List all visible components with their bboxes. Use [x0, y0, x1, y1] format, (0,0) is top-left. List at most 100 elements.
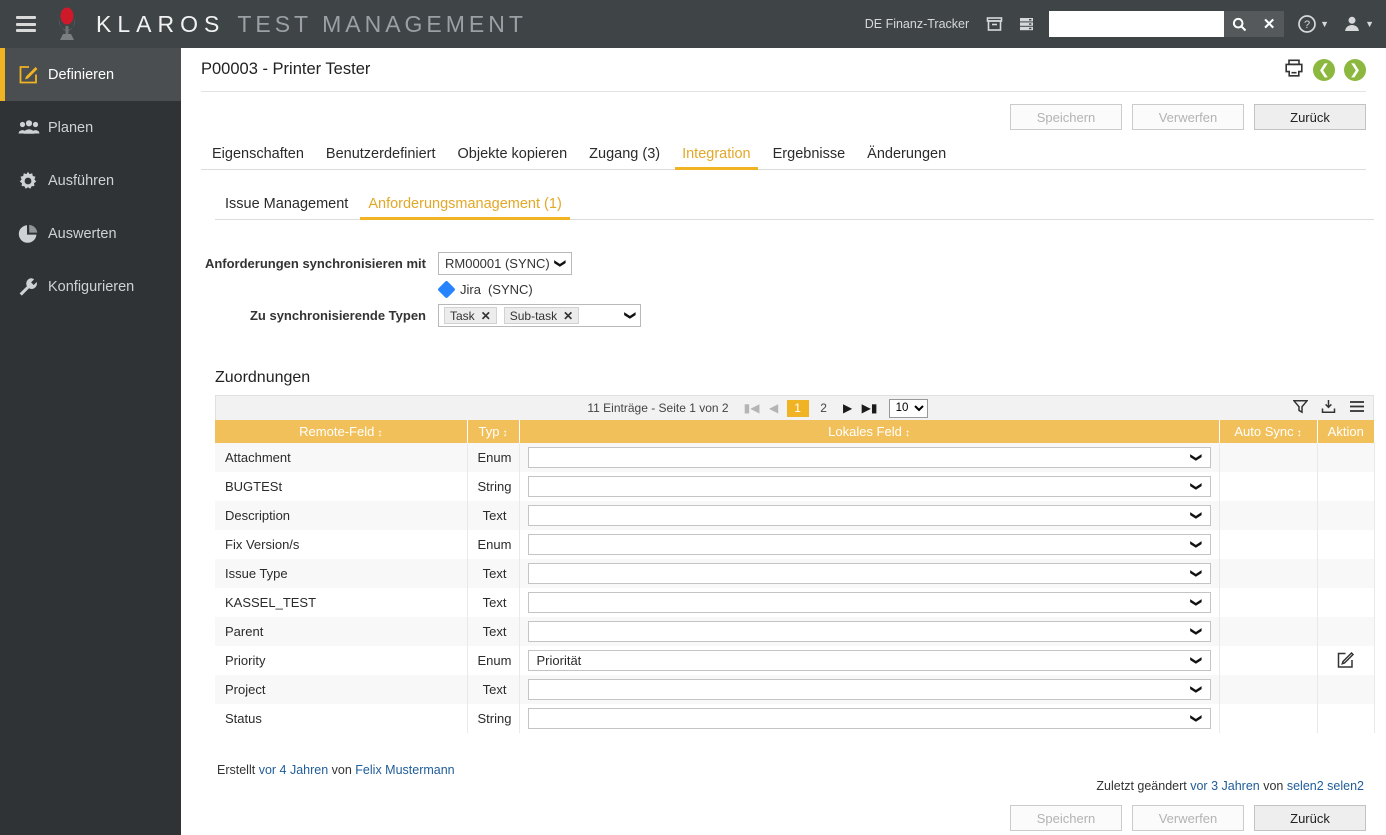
changed-when[interactable]: vor 3 Jahren	[1190, 779, 1259, 793]
tab-ergebnisse[interactable]: Ergebnisse	[762, 146, 857, 169]
cell-remote-field: KASSEL_TEST	[215, 588, 468, 617]
discard-button-top[interactable]: Verwerfen	[1132, 104, 1244, 130]
subtab-anforderungsmanagement[interactable]: Anforderungsmanagement (1)	[358, 196, 571, 220]
connector-status: (SYNC)	[487, 282, 533, 297]
discard-button-bottom[interactable]: Verwerfen	[1132, 805, 1244, 831]
user-menu[interactable]: ▼	[1343, 15, 1374, 33]
previous-arrow-icon[interactable]: ❮	[1313, 58, 1335, 81]
tab-objekte-kopieren[interactable]: Objekte kopieren	[447, 146, 579, 169]
local-field-select[interactable]: ❯	[527, 621, 1211, 642]
previous-page-icon[interactable]: ◀	[763, 399, 785, 417]
tab-zugang[interactable]: Zugang (3)	[578, 146, 671, 169]
chevron-down-icon: ❯	[1190, 568, 1203, 579]
sync-types-multiselect[interactable]: Task ✕ Sub-task ✕ ❯	[438, 304, 641, 327]
subtab-issue-management[interactable]: Issue Management	[215, 196, 358, 219]
search-icon[interactable]	[1224, 11, 1255, 37]
sync-with-select[interactable]: RM00001 (SYNC) ❯	[438, 252, 572, 275]
last-page-icon[interactable]: ▶▮	[859, 399, 881, 417]
chevron-down-icon[interactable]: ❯	[624, 311, 637, 320]
page-header: P00003 - Printer Tester ❮ ❯	[201, 48, 1366, 92]
table-row: Project Text ❯	[215, 675, 1375, 704]
save-button-top[interactable]: Speichern	[1010, 104, 1122, 130]
hamburger-icon[interactable]	[16, 16, 36, 32]
chevron-down-icon: ❯	[1190, 481, 1203, 492]
search-input[interactable]	[1049, 11, 1225, 37]
sidebar-item-definieren[interactable]: Definieren	[0, 48, 181, 101]
sidebar-item-konfigurieren[interactable]: Konfigurieren	[0, 260, 181, 313]
local-field-select[interactable]: ❯	[527, 563, 1211, 584]
page-size-select[interactable]: 10	[888, 398, 928, 418]
created-by-user[interactable]: Felix Mustermann	[355, 763, 454, 777]
sort-icon: ↕	[502, 428, 508, 439]
chip-label: Task	[450, 308, 475, 323]
cell-local-field: ❯	[519, 617, 1220, 646]
cell-local-field: ❯	[519, 472, 1220, 501]
column-header-lokales-feld[interactable]: Lokales Feld ↕	[519, 420, 1220, 443]
tab-benutzerdefiniert[interactable]: Benutzerdefiniert	[315, 146, 447, 169]
integration-form: Anforderungen synchronisieren mit RM0000…	[201, 252, 1366, 327]
local-field-select[interactable]: ❯	[527, 505, 1211, 526]
table-title: Zuordnungen	[215, 369, 311, 386]
help-menu[interactable]: ? ▼	[1298, 15, 1329, 33]
sidebar-item-label: Planen	[48, 119, 94, 136]
changed-info: Zuletzt geändert vor 3 Jahren von selen2…	[201, 779, 1366, 793]
sidebar-item-auswerten[interactable]: Auswerten	[0, 207, 181, 260]
pagination-info: 11 Einträge - Seite 1 von 2	[587, 401, 729, 415]
created-info: Erstellt vor 4 Jahren von Felix Musterma…	[217, 763, 1366, 777]
menu-icon[interactable]	[1349, 400, 1365, 416]
clear-icon[interactable]: ✕	[1254, 11, 1285, 37]
cell-auto-sync	[1219, 646, 1318, 675]
header-controls: DE Finanz-Tracker ✕ ? ▼ ▼	[865, 11, 1386, 37]
local-field-select[interactable]: Priorität ❯	[527, 650, 1211, 671]
print-icon[interactable]	[1284, 58, 1304, 81]
filter-icon[interactable]	[1292, 399, 1309, 417]
chip-subtask[interactable]: Sub-task ✕	[503, 307, 580, 324]
local-field-select[interactable]: ❯	[527, 476, 1211, 497]
back-button-top[interactable]: Zurück	[1254, 104, 1366, 130]
back-button-bottom[interactable]: Zurück	[1254, 805, 1366, 831]
sidebar-item-label: Ausführen	[48, 172, 115, 189]
edit-icon[interactable]	[1336, 650, 1355, 669]
cell-type: Text	[467, 559, 520, 588]
chevron-down-icon: ❯	[1190, 597, 1203, 608]
tab-integration[interactable]: Integration	[671, 146, 762, 170]
connector-info: Jira (SYNC)	[437, 279, 533, 300]
top-action-buttons: Speichern Verwerfen Zurück	[201, 92, 1366, 130]
local-field-select[interactable]: ❯	[527, 534, 1211, 555]
local-field-select[interactable]: ❯	[527, 447, 1211, 468]
changed-by-user[interactable]: selen2 selen2	[1287, 779, 1364, 793]
tab-aenderungen[interactable]: Änderungen	[856, 146, 957, 169]
close-icon[interactable]: ✕	[563, 309, 573, 323]
cell-remote-field: Fix Version/s	[215, 530, 468, 559]
cell-auto-sync	[1219, 704, 1318, 733]
close-icon[interactable]: ✕	[481, 309, 491, 323]
save-button-bottom[interactable]: Speichern	[1010, 805, 1122, 831]
sidebar-item-planen[interactable]: Planen	[0, 101, 181, 154]
sidebar-item-ausfuehren[interactable]: Ausführen	[0, 154, 181, 207]
page-number-2[interactable]: 2	[813, 400, 835, 417]
svg-text:?: ?	[1304, 19, 1310, 31]
cell-auto-sync	[1219, 617, 1318, 646]
database-icon[interactable]	[1013, 11, 1039, 37]
local-field-select[interactable]: ❯	[527, 708, 1211, 729]
chip-task[interactable]: Task ✕	[444, 307, 497, 324]
cell-action	[1317, 472, 1375, 501]
cell-local-field: ❯	[519, 675, 1220, 704]
next-arrow-icon[interactable]: ❯	[1344, 58, 1366, 81]
first-page-icon[interactable]: ▮◀	[741, 399, 763, 417]
chevron-down-icon: ❯	[1190, 713, 1203, 724]
local-field-select[interactable]: ❯	[527, 679, 1211, 700]
local-field-select[interactable]: ❯	[527, 592, 1211, 613]
column-header-remote-feld[interactable]: Remote-Feld ↕	[215, 420, 468, 443]
column-header-typ[interactable]: Typ ↕	[467, 420, 520, 443]
column-header-auto-sync[interactable]: Auto Sync ↕	[1219, 420, 1318, 443]
page-number-1[interactable]: 1	[786, 399, 809, 417]
export-icon[interactable]	[1321, 399, 1336, 417]
table-row: Status String ❯	[215, 704, 1375, 733]
tab-eigenschaften[interactable]: Eigenschaften	[201, 146, 315, 169]
current-project-label: DE Finanz-Tracker	[864, 17, 970, 31]
created-when[interactable]: vor 4 Jahren	[259, 763, 328, 777]
next-page-icon[interactable]: ▶	[837, 399, 859, 417]
brand-primary: KLAROS	[96, 10, 226, 37]
archive-icon[interactable]	[981, 11, 1007, 37]
